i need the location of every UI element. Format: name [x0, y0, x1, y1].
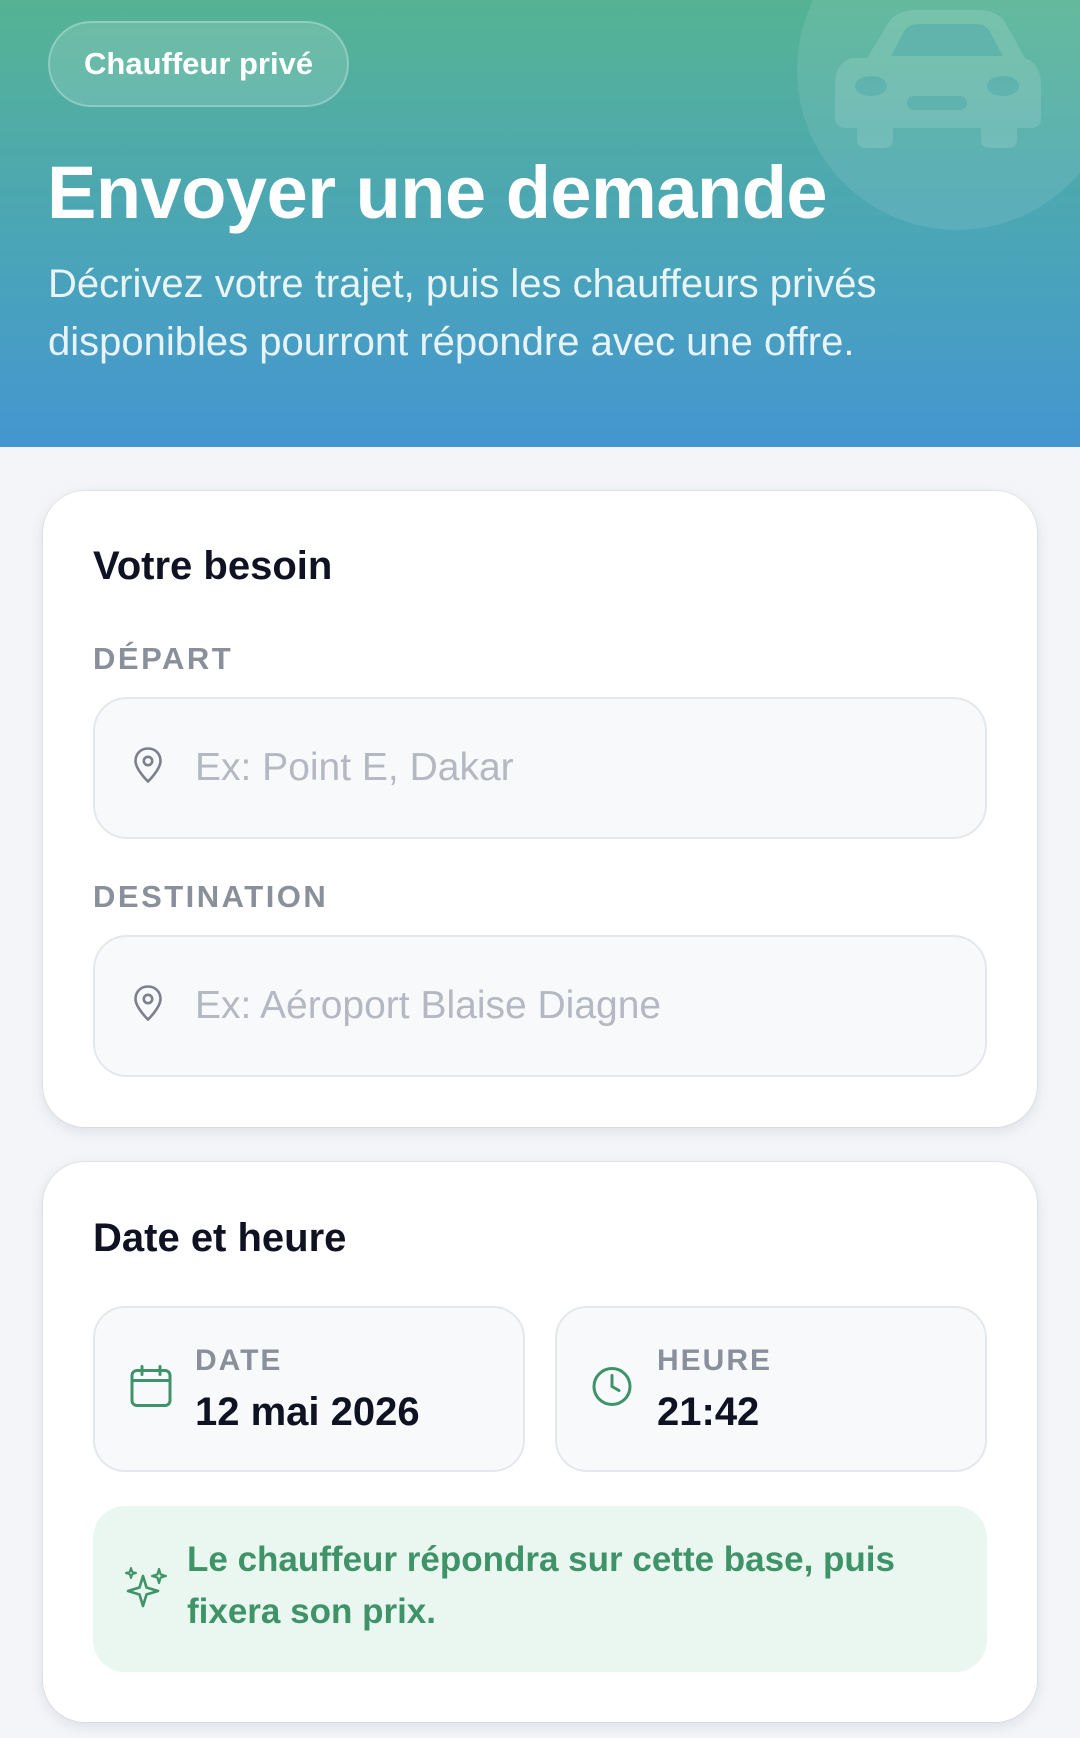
- date-value: 12 mai 2026: [195, 1390, 420, 1434]
- departure-label: DÉPART: [93, 641, 234, 676]
- need-section-title: Votre besoin: [93, 544, 333, 588]
- destination-field[interactable]: [93, 935, 987, 1077]
- info-text: Le chauffeur répondra sur cette base, pu…: [187, 1540, 895, 1631]
- time-value: 21:42: [657, 1390, 760, 1434]
- datetime-section-title: Date et heure: [93, 1216, 347, 1260]
- time-picker[interactable]: HEURE 21:42: [555, 1306, 987, 1472]
- destination-label: DESTINATION: [93, 879, 329, 914]
- departure-input[interactable]: [195, 699, 955, 837]
- datetime-card: Date et heure DATE 12 mai 2026 HEURE 21:…: [43, 1162, 1037, 1722]
- destination-input[interactable]: [195, 937, 955, 1075]
- time-label: HEURE: [657, 1344, 773, 1377]
- car-decoration: [797, 0, 1080, 230]
- page-title: Envoyer une demande: [47, 151, 828, 234]
- date-label: DATE: [195, 1344, 283, 1377]
- car-icon: [835, 10, 1041, 148]
- map-pin-icon: [133, 985, 163, 1028]
- clock-icon: [591, 1366, 633, 1413]
- header-banner: Chauffeur privé Envoyer une demande Décr…: [0, 0, 1080, 447]
- page-subtitle: Décrivez votre trajet, puis les chauffeu…: [48, 262, 877, 364]
- category-badge: Chauffeur privé: [48, 21, 350, 107]
- sparkles-icon: [123, 1566, 169, 1617]
- info-note: Le chauffeur répondra sur cette base, pu…: [93, 1506, 987, 1672]
- date-picker[interactable]: DATE 12 mai 2026: [93, 1306, 525, 1472]
- need-card: Votre besoin DÉPART DESTINATION: [43, 491, 1037, 1127]
- calendar-icon: [129, 1365, 173, 1414]
- departure-field[interactable]: [93, 697, 987, 839]
- map-pin-icon: [133, 747, 163, 790]
